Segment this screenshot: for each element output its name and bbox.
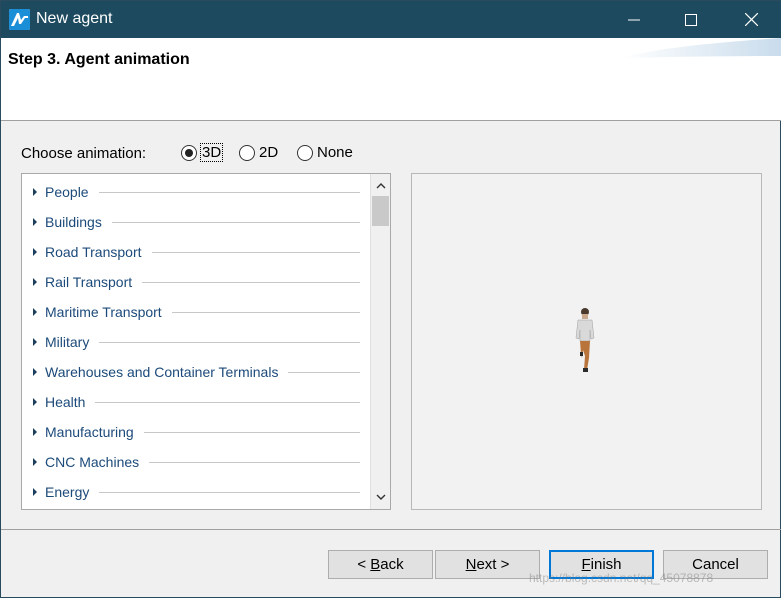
step-title: Step 3. Agent animation — [8, 51, 190, 68]
animation-preview — [411, 173, 762, 510]
category-item-people[interactable]: People — [22, 177, 370, 207]
close-icon — [744, 13, 758, 26]
category-item-cnc-machines[interactable]: CNC Machines — [22, 447, 370, 477]
category-label: CNC Machines — [45, 454, 140, 470]
minimize-icon — [628, 19, 640, 20]
radio-label: None — [317, 144, 353, 161]
expand-arrow-icon — [33, 338, 37, 346]
person-3d-figure — [575, 308, 595, 372]
category-item-health[interactable]: Health — [22, 387, 370, 417]
divider — [149, 461, 360, 463]
divider — [171, 311, 360, 313]
maximize-icon — [685, 13, 697, 26]
expand-arrow-icon — [33, 308, 37, 316]
header-decoration — [621, 38, 781, 58]
expand-arrow-icon — [33, 218, 37, 226]
watermark: https://blog.csdn.net/qq_45078878 — [529, 571, 714, 585]
category-label: Rail Transport — [45, 274, 133, 290]
category-label: Buildings — [45, 214, 102, 230]
category-item-energy[interactable]: Energy — [22, 477, 370, 507]
category-item-road-transport[interactable]: Road Transport — [22, 237, 370, 267]
title-bar: New agent — [1, 1, 781, 38]
radio-circle — [181, 144, 197, 161]
category-label: Health — [45, 394, 86, 410]
radio-label: 3D — [199, 143, 224, 162]
radio-2d[interactable]: 2D — [239, 144, 278, 161]
radio-label: 2D — [259, 144, 279, 161]
divider — [142, 281, 360, 283]
scroll-down-button[interactable] — [371, 487, 390, 507]
chevron-up-icon — [376, 183, 386, 189]
expand-arrow-icon — [33, 188, 37, 196]
list-scrollbar[interactable] — [370, 174, 390, 509]
category-label: Military — [45, 334, 90, 350]
expand-arrow-icon — [33, 368, 37, 376]
divider — [95, 401, 360, 403]
divider — [143, 431, 360, 433]
expand-arrow-icon — [33, 248, 37, 256]
scroll-up-button[interactable] — [371, 176, 390, 196]
new-agent-window: New agent Step 3. Agent animation Choose… — [0, 0, 781, 598]
divider — [111, 221, 360, 223]
minimize-button[interactable] — [611, 1, 657, 38]
category-label: Energy — [45, 484, 90, 500]
divider — [99, 341, 360, 343]
back-mnemonic: B — [370, 556, 381, 573]
wizard-header: Step 3. Agent animation — [1, 38, 781, 121]
radio-circle — [297, 144, 313, 161]
choose-animation-label: Choose animation: — [21, 145, 147, 162]
chevron-down-icon — [376, 494, 386, 500]
expand-arrow-icon — [33, 398, 37, 406]
category-item-warehouses[interactable]: Warehouses and Container Terminals — [22, 357, 370, 387]
app-logo-icon — [9, 9, 30, 30]
back-button[interactable]: < Back — [328, 550, 433, 579]
expand-arrow-icon — [33, 458, 37, 466]
category-list[interactable]: People Buildings Road Transport Rail Tra… — [21, 173, 391, 510]
back-rest: ack — [380, 556, 404, 573]
category-label: Road Transport — [45, 244, 142, 260]
next-rest: ext > — [476, 556, 510, 573]
divider — [98, 191, 360, 193]
scroll-thumb[interactable] — [372, 196, 389, 226]
category-label: Maritime Transport — [45, 304, 162, 320]
expand-arrow-icon — [33, 428, 37, 436]
divider — [151, 251, 360, 253]
category-label: People — [45, 184, 89, 200]
divider — [99, 491, 360, 493]
category-label: Warehouses and Container Terminals — [45, 364, 279, 380]
radio-circle — [239, 144, 255, 161]
divider — [288, 371, 360, 373]
category-item-military[interactable]: Military — [22, 327, 370, 357]
expand-arrow-icon — [33, 278, 37, 286]
expand-arrow-icon — [33, 488, 37, 496]
back-prefix: < — [357, 556, 371, 573]
next-mnemonic: N — [465, 556, 477, 573]
window-title: New agent — [36, 10, 113, 27]
close-button[interactable] — [728, 1, 774, 38]
category-item-manufacturing[interactable]: Manufacturing — [22, 417, 370, 447]
category-item-rail-transport[interactable]: Rail Transport — [22, 267, 370, 297]
next-button[interactable]: Next > — [435, 550, 540, 579]
radio-none[interactable]: None — [297, 144, 353, 161]
maximize-button[interactable] — [668, 1, 714, 38]
footer-separator — [1, 529, 781, 530]
category-label: Manufacturing — [45, 424, 134, 440]
category-item-maritime-transport[interactable]: Maritime Transport — [22, 297, 370, 327]
radio-3d[interactable]: 3D — [181, 143, 224, 162]
category-item-buildings[interactable]: Buildings — [22, 207, 370, 237]
